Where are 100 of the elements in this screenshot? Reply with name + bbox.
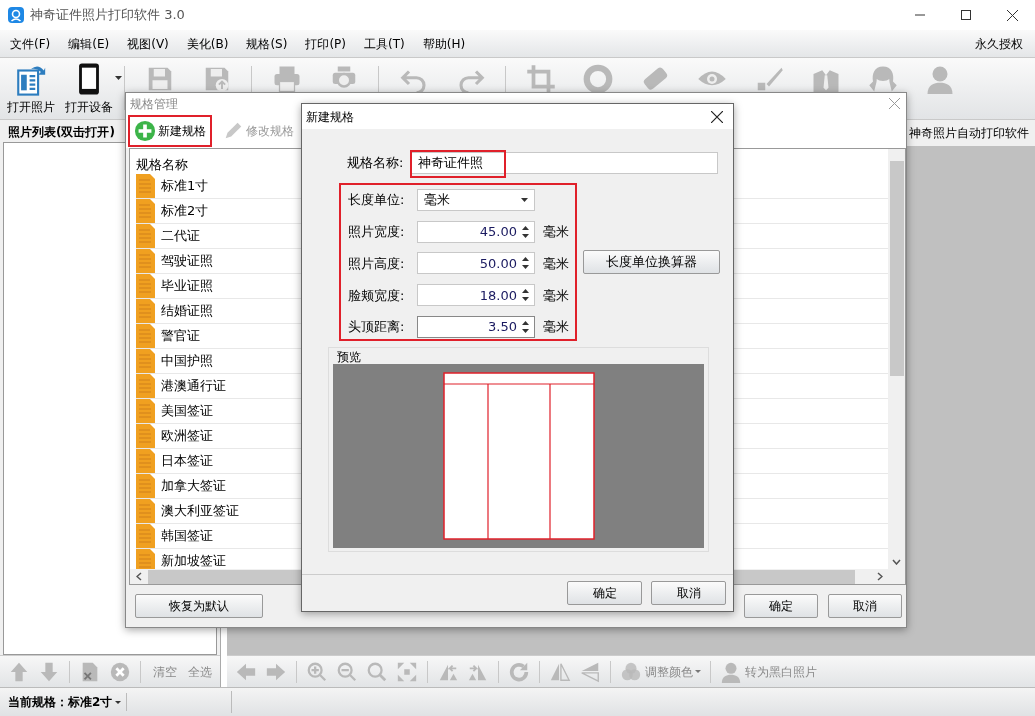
app-logo-icon bbox=[8, 7, 24, 23]
spec-name: 警官证 bbox=[161, 327, 200, 346]
menu-item[interactable]: 视图(V) bbox=[121, 34, 175, 53]
spec-name: 加拿大签证 bbox=[161, 477, 226, 496]
overlapping-circles-icon bbox=[620, 660, 642, 683]
converter-button[interactable]: 长度单位换算器 bbox=[583, 250, 720, 274]
number-spinner[interactable]: 18.00 bbox=[417, 284, 535, 307]
zoom-out-icon bbox=[336, 660, 358, 683]
caret-icon bbox=[695, 670, 701, 673]
flip-vertical-icon bbox=[579, 660, 601, 683]
menu-item[interactable]: 规格(S) bbox=[240, 34, 294, 53]
field-label: 照片宽度: bbox=[348, 222, 406, 241]
field-label: 长度单位: bbox=[348, 191, 406, 210]
maximize-icon[interactable] bbox=[961, 10, 971, 20]
spec-name: 驾驶证照 bbox=[161, 252, 213, 271]
zoom-in-icon bbox=[306, 660, 328, 683]
dialog-title: 规格管理 bbox=[130, 95, 178, 113]
document-icon bbox=[136, 449, 155, 473]
scroll-left-icon[interactable] bbox=[136, 572, 142, 581]
spec-name: 标准2寸 bbox=[161, 202, 209, 221]
caret-icon bbox=[115, 700, 122, 704]
caret-icon bbox=[521, 197, 528, 202]
spec-name: 美国签证 bbox=[161, 402, 213, 421]
spec-name: 毕业证照 bbox=[161, 277, 213, 296]
rotate-icon bbox=[508, 660, 530, 683]
license-label: 永久授权 bbox=[974, 35, 1024, 53]
unit-dropdown[interactable]: 毫米 bbox=[417, 188, 535, 211]
window-title: 神奇证件照片打印软件 3.0 bbox=[30, 6, 185, 25]
spec-name: 新加坡签证 bbox=[161, 552, 226, 569]
spin-arrows-icon bbox=[521, 288, 530, 303]
spec-name: 日本签证 bbox=[161, 452, 213, 471]
document-icon bbox=[136, 499, 155, 523]
number-spinner[interactable]: 45.00 bbox=[417, 220, 535, 243]
document-icon bbox=[136, 199, 155, 223]
unit-label: 毫米 bbox=[543, 286, 569, 305]
document-icon bbox=[136, 299, 155, 323]
unit-label: 毫米 bbox=[543, 318, 569, 337]
search-icon bbox=[366, 660, 388, 683]
scroll-right-icon[interactable] bbox=[877, 572, 883, 581]
person-icon bbox=[720, 660, 742, 683]
scroll-down-icon[interactable] bbox=[892, 559, 901, 565]
spin-arrows-icon bbox=[521, 256, 530, 271]
menu-item[interactable]: 文件(F) bbox=[4, 34, 57, 53]
hair-icon bbox=[867, 64, 898, 94]
document-icon bbox=[136, 424, 155, 448]
field-label: 头顶距离: bbox=[348, 318, 406, 337]
fit-screen-icon bbox=[396, 660, 418, 683]
close-circle-icon bbox=[109, 660, 131, 683]
column-header: 规格名称 bbox=[136, 157, 188, 172]
toolbar-button[interactable]: 打开照片 bbox=[2, 62, 60, 116]
up-arrow-icon bbox=[8, 660, 30, 683]
spec-name: 欧洲签证 bbox=[161, 427, 213, 446]
document-icon bbox=[136, 324, 155, 348]
toolbar-button[interactable]: 新建规格 bbox=[128, 115, 212, 147]
document-icon bbox=[136, 474, 155, 498]
cancel-button[interactable]: 取消 bbox=[651, 581, 726, 605]
unit-label: 毫米 bbox=[543, 222, 569, 241]
spec-name: 中国护照 bbox=[161, 352, 213, 371]
tab[interactable]: 神奇照片自动打印软件 bbox=[909, 124, 1029, 142]
spec-name: 标准1寸 bbox=[161, 177, 209, 196]
spec-name: 韩国签证 bbox=[161, 527, 213, 546]
vertical-scrollbar[interactable] bbox=[888, 149, 905, 569]
close-icon[interactable] bbox=[1006, 9, 1018, 21]
spec-name: 结婚证照 bbox=[161, 302, 213, 321]
document-icon bbox=[136, 224, 155, 248]
menu-item[interactable]: 编辑(E) bbox=[62, 34, 116, 53]
restore-default-button[interactable]: 恢复为默认 bbox=[135, 594, 263, 618]
ok-button[interactable]: 确定 bbox=[744, 594, 818, 618]
spin-arrows-icon bbox=[521, 224, 530, 239]
field-label: 照片高度: bbox=[348, 254, 406, 273]
number-spinner[interactable]: 50.00 bbox=[417, 252, 535, 275]
menu-item[interactable]: 美化(B) bbox=[180, 34, 235, 53]
plus-circle-icon bbox=[134, 120, 156, 142]
spec-name: 港澳通行证 bbox=[161, 377, 226, 396]
cancel-button[interactable]: 取消 bbox=[828, 594, 902, 618]
spin-arrows-icon bbox=[521, 320, 530, 335]
dialog-title: 新建规格 bbox=[306, 108, 354, 126]
spec-name: 二代证 bbox=[161, 227, 200, 246]
document-icon bbox=[136, 174, 155, 198]
document-icon bbox=[136, 274, 155, 298]
current-spec-label[interactable]: 当前规格：标准2寸 bbox=[8, 693, 113, 711]
menu-item[interactable]: 帮助(H) bbox=[416, 34, 472, 53]
document-icon bbox=[136, 549, 155, 569]
group-title: 预览 bbox=[337, 351, 362, 363]
close-icon[interactable] bbox=[711, 110, 723, 123]
toolbar-button[interactable]: 打开设备 bbox=[60, 62, 118, 116]
document-icon bbox=[136, 399, 155, 423]
menu-item[interactable]: 打印(P) bbox=[299, 34, 352, 53]
panel-title: 照片列表(双击打开) bbox=[8, 125, 115, 139]
ok-button[interactable]: 确定 bbox=[567, 581, 642, 605]
field-label: 脸颊宽度: bbox=[348, 286, 406, 305]
caret-icon bbox=[115, 76, 122, 80]
menu-item[interactable]: 工具(T) bbox=[358, 34, 411, 53]
flip-horizontal-icon bbox=[549, 660, 571, 683]
number-spinner[interactable]: 3.50 bbox=[417, 316, 535, 339]
crop-icon bbox=[525, 64, 556, 94]
field-label: 规格名称: bbox=[347, 154, 405, 173]
down-arrow-icon bbox=[38, 660, 60, 683]
unit-label: 毫米 bbox=[543, 254, 569, 273]
spec-name: 澳大利亚签证 bbox=[161, 502, 239, 521]
